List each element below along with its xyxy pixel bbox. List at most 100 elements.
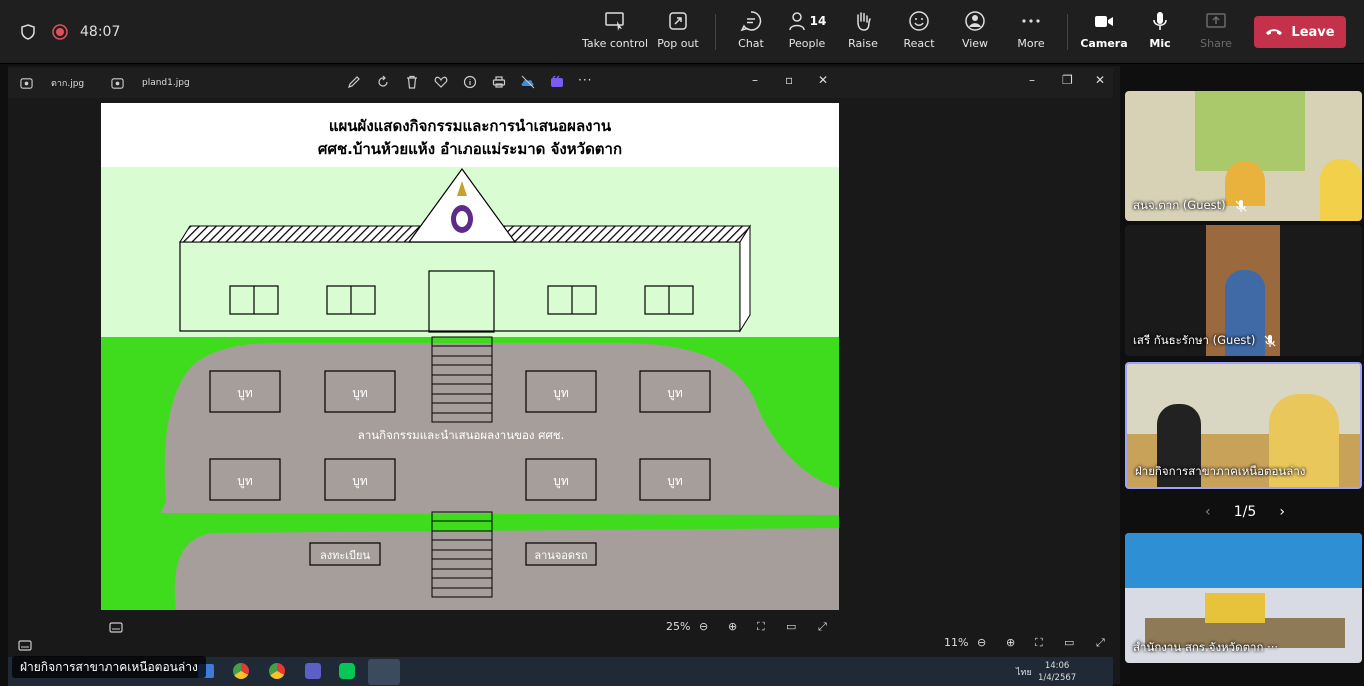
gallery-pager: ‹ 1/5 ›	[1205, 502, 1285, 522]
actual-size-icon[interactable]: ▭	[1064, 636, 1074, 656]
see-more-icon[interactable]: ···	[578, 73, 592, 87]
zoom-in-icon[interactable]: ⊕	[1006, 636, 1015, 656]
hand-icon	[857, 12, 871, 31]
image-icon	[111, 77, 124, 89]
people-button[interactable]: 14 People	[775, 10, 839, 58]
booth-label: บูท	[352, 474, 368, 488]
more-button[interactable]: More	[999, 10, 1063, 58]
toolbar-divider	[1067, 14, 1068, 50]
booth-label: บูท	[553, 386, 569, 400]
photos-app-active	[368, 659, 400, 685]
participant-tile[interactable]: เสรี กันธะรักษา (Guest)	[1125, 225, 1362, 356]
participant-tile[interactable]: สำนักงาน สกร.จังหวัดตาก ···	[1125, 533, 1362, 663]
view-button[interactable]: View	[943, 10, 1007, 58]
booth-label: บูท	[237, 386, 253, 400]
participant-tile-active-speaker[interactable]: ฝ่ายกิจการสาขาภาคเหนือตอนล่าง	[1125, 362, 1362, 489]
zoom-out-icon[interactable]: ⊖	[699, 620, 708, 633]
edit-icon[interactable]	[347, 75, 361, 89]
floor-plan-image: แผนผังแสดงกิจกรรมและการนำเสนอผลงาน ศศช.บ…	[101, 103, 839, 610]
chrome-icon	[269, 663, 285, 679]
activity-plaza-label: ลานกิจกรรมและนำเสนอผลงานของ ศศช.	[357, 428, 565, 442]
close-inner-button[interactable]: ✕	[818, 73, 828, 87]
hang-up-icon	[1266, 29, 1283, 35]
system-clock: 14:06 1/4/2567	[1038, 661, 1077, 683]
heart-icon[interactable]	[434, 75, 448, 89]
booth-label: บูท	[352, 386, 368, 400]
meeting-toolbar: 48:07 Take control Pop out Chat 14 Peopl…	[0, 0, 1364, 64]
smiley-icon	[909, 11, 929, 31]
delete-icon[interactable]	[405, 75, 419, 89]
people-count: 14	[809, 14, 827, 28]
inner-zoom-level: 25%	[666, 620, 691, 633]
image-icon	[20, 77, 33, 89]
mic-button[interactable]: Mic	[1128, 10, 1192, 58]
fit-icon[interactable]: ⛶	[757, 620, 765, 634]
chat-button[interactable]: Chat	[719, 10, 783, 58]
tab-pland1-jpg[interactable]: pland1.jpg	[111, 68, 190, 98]
participant-name: ฝ่ายกิจการสาขาภาคเหนือตอนล่าง	[1135, 464, 1306, 478]
share-button[interactable]: Share	[1184, 10, 1248, 58]
microphone-icon	[1153, 12, 1167, 30]
people-icon	[788, 12, 805, 31]
minimize-outer-button[interactable]: –	[1029, 73, 1035, 87]
chevron-left-icon[interactable]: ‹	[1205, 504, 1211, 520]
viewer-zoom-bar: 25% ⊖ ⊕ ⛶ ▭ ⤢	[101, 614, 839, 642]
mic-off-icon	[1235, 200, 1247, 212]
input-language: ไทย	[1016, 668, 1032, 678]
view-icon	[965, 11, 985, 31]
shield-icon	[21, 24, 35, 40]
plan-title-line-1: แผนผังแสดงกิจกรรมและการนำเสนอผลงาน	[328, 117, 612, 135]
toolbar-divider	[715, 14, 716, 50]
chrome-icon	[233, 663, 249, 679]
chevron-right-icon[interactable]: ›	[1279, 504, 1285, 520]
minimize-inner-button[interactable]: –	[752, 73, 758, 87]
fit-icon[interactable]: ⛶	[1035, 636, 1043, 656]
recording-icon	[52, 24, 68, 40]
teams-icon	[305, 663, 321, 679]
plan-title: แผนผังแสดงกิจกรรมและการนำเสนอผลงาน ศศช.บ…	[101, 115, 839, 161]
info-icon[interactable]	[463, 75, 477, 89]
fullscreen-icon[interactable]: ⤢	[1096, 636, 1105, 656]
tab-tak-jpg[interactable]: ตาก.jpg	[20, 68, 84, 98]
react-button[interactable]: React	[887, 10, 951, 58]
zoom-in-icon[interactable]: ⊕	[728, 620, 737, 633]
clipchamp-icon[interactable]	[550, 75, 564, 89]
gallery-page: 1/5	[1233, 504, 1257, 520]
zoom-out-icon[interactable]: ⊖	[977, 636, 986, 656]
print-icon[interactable]	[492, 75, 506, 89]
booth-label: บูท	[667, 386, 683, 400]
participant-name: เสรี กันธะรักษา (Guest)	[1133, 333, 1256, 347]
filmstrip-icon[interactable]	[109, 622, 123, 634]
booth-label: บูท	[237, 474, 253, 488]
maximize-inner-button[interactable]: ▫	[785, 73, 793, 87]
take-control-icon	[605, 12, 624, 31]
actual-size-icon[interactable]: ▭	[786, 620, 796, 633]
camera-button[interactable]: Camera	[1072, 10, 1136, 58]
leave-button[interactable]: Leave	[1254, 16, 1346, 48]
outer-zoom-level: 11%	[944, 636, 969, 649]
photo-viewer-titlebar: ตาก.jpg pland1.jpg ··· – ▫ ✕ – ❐ ✕	[8, 68, 1113, 98]
filmstrip-icon[interactable]	[18, 640, 32, 652]
raise-hand-button[interactable]: Raise	[831, 10, 895, 58]
camera-icon	[1095, 16, 1113, 27]
booth-label: บูท	[667, 474, 683, 488]
participant-name: สนจ.ตาก (Guest)	[1133, 198, 1226, 212]
close-outer-button[interactable]: ✕	[1095, 73, 1105, 87]
fullscreen-icon[interactable]: ⤢	[818, 620, 827, 634]
call-timer: 48:07	[80, 24, 121, 40]
parking-label: ลานจอดรถ	[534, 549, 588, 562]
mic-off-icon	[1264, 335, 1276, 347]
presenter-name-label: ฝ่ายกิจการสาขาภาคเหนือตอนล่าง	[12, 656, 206, 678]
share-screen-icon	[1206, 13, 1226, 28]
plan-title-line-2: ศศช.บ้านห้วยแห้ง อำเภอแม่ระมาด จังหวัดตา…	[317, 140, 623, 158]
restore-outer-button[interactable]: ❐	[1062, 73, 1073, 87]
participant-name: สำนักงาน สกร.จังหวัดตาก ···	[1133, 640, 1279, 654]
floor-plan-drawing	[101, 103, 839, 610]
take-control-button[interactable]: Take control	[582, 10, 648, 58]
chat-icon	[740, 11, 762, 32]
pop-out-button[interactable]: Pop out	[646, 10, 710, 58]
onedrive-icon[interactable]	[521, 75, 535, 89]
participant-tile[interactable]: สนจ.ตาก (Guest)	[1125, 91, 1362, 221]
more-icon	[1022, 19, 1040, 23]
rotate-icon[interactable]	[376, 75, 390, 89]
